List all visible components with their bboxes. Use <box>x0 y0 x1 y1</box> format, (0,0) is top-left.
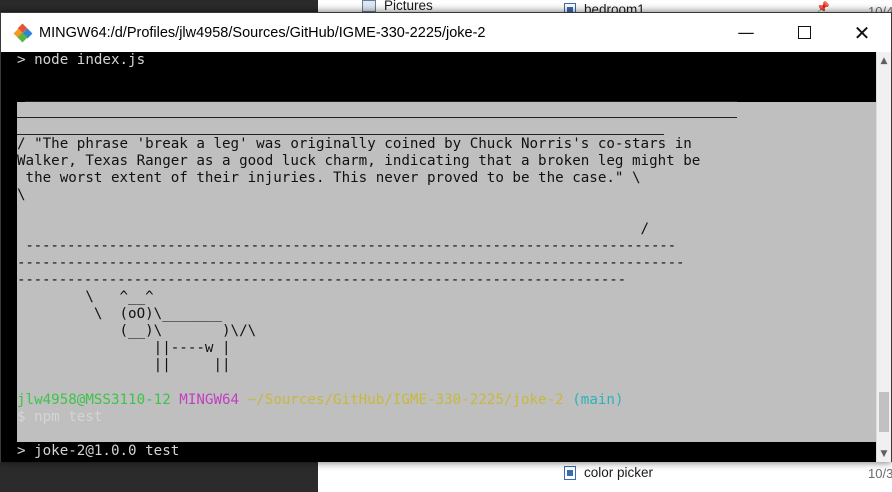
cow-art: (__)\ )\/\ <box>17 323 257 339</box>
prompt-path: ~/Sources/GitHub/IGME-330-2225/joke-2 <box>247 392 564 408</box>
explorer-item-color-picker[interactable]: color picker <box>564 465 653 480</box>
scrollbar-thumb[interactable] <box>879 392 889 432</box>
cow-art: \ (oO)\_______ <box>17 306 222 322</box>
close-icon: ✕ <box>853 20 871 45</box>
cow-art: || || <box>17 357 231 373</box>
command-output: > joke-2@1.0.0 test <box>17 443 180 459</box>
document-icon <box>564 465 576 480</box>
minimize-icon: — <box>737 22 755 43</box>
date-modified: 10/3 <box>868 466 892 481</box>
command-line: $ npm test <box>17 409 103 425</box>
bubble-divider: ----------------------------------------… <box>17 238 676 254</box>
bubble-text: Walker, Texas Ranger as a good luck char… <box>17 153 701 169</box>
bubble-text: \ <box>17 187 26 203</box>
prompt-env: MINGW64 <box>179 392 240 408</box>
prompt-user-host: jlw4958@MSS3110-12 <box>17 392 171 408</box>
scroll-up-icon[interactable]: ▲ <box>877 52 891 69</box>
cow-art: \ ^__^ <box>17 289 154 305</box>
scroll-down-icon[interactable]: ▼ <box>877 445 891 462</box>
window-title: MINGW64:/d/Profiles/jlw4958/Sources/GitH… <box>39 24 486 41</box>
cow-art: ||----w | <box>17 340 231 356</box>
bubble-text: / "The phrase 'break a leg' was original… <box>17 136 692 152</box>
terminal-output[interactable]: > node index.js / "The phrase 'break a l… <box>1 52 879 462</box>
terminal-window[interactable]: MINGW64:/d/Profiles/jlw4958/Sources/GitH… <box>0 12 892 462</box>
minimize-button[interactable]: — <box>717 13 775 52</box>
bubble-text: the worst extent of their injuries. This… <box>17 170 641 186</box>
folder-icon <box>362 0 376 12</box>
prompt-branch: (main) <box>572 392 624 408</box>
bubble-text: / <box>17 221 650 237</box>
bubble-divider: ----------------------------------------… <box>17 272 626 288</box>
maximize-button[interactable] <box>775 13 833 52</box>
bubble-top-border <box>25 101 737 102</box>
shell-prompt: jlw4958@MSS3110-12 MINGW64 ~/Sources/Git… <box>17 392 623 409</box>
close-button[interactable]: ✕ <box>833 13 891 52</box>
git-bash-icon <box>13 23 33 42</box>
bubble-border <box>17 117 737 118</box>
maximize-icon <box>797 26 811 39</box>
title-bar[interactable]: MINGW64:/d/Profiles/jlw4958/Sources/GitH… <box>1 13 891 52</box>
command-line: > node index.js <box>17 52 146 68</box>
bubble-divider: ----------------------------------------… <box>17 255 685 271</box>
vertical-scrollbar[interactable]: ▲ ▼ <box>876 52 891 462</box>
bubble-border <box>17 134 664 135</box>
